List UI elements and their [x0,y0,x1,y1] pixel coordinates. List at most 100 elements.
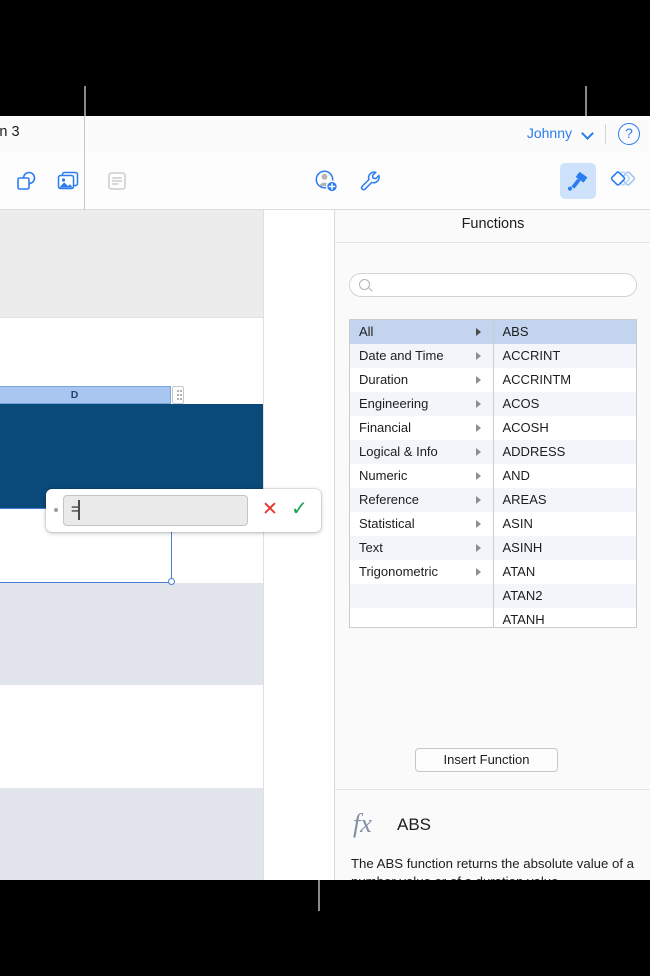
column-header-d[interactable]: D [0,386,171,404]
category-row[interactable]: Text [350,536,493,560]
account-name[interactable]: Johnny [527,125,572,141]
panel-divider [335,242,650,243]
category-label: Text [359,540,383,555]
table-row[interactable] [0,788,263,880]
function-label: ACCRINTM [502,372,572,387]
title-bar: ation 3 Johnny ? [0,116,650,152]
function-row[interactable]: ADDRESS [493,440,636,464]
function-label: ADDRESS [502,444,566,459]
function-row[interactable]: ACOS [493,392,636,416]
function-row[interactable]: ASIN [494,512,637,536]
function-label: ACOS [502,396,540,411]
category-row[interactable]: Statistical [350,512,493,536]
category-label: Statistical [359,516,415,531]
function-label: ABS [502,324,529,339]
fx-icon: fx [353,809,372,839]
category-row[interactable]: Reference [350,488,493,512]
disclosure-arrow-icon [475,352,481,360]
column-resize-grip[interactable] [172,386,184,404]
category-row[interactable]: Logical & Info [350,440,493,464]
disclosure-arrow-icon [475,520,481,528]
function-row[interactable]: ATANH [494,608,637,632]
text-icon [108,172,126,190]
function-row[interactable]: ASINH [493,536,636,560]
formula-drag-dot[interactable] [54,508,58,512]
toolbar [0,152,650,210]
category-row[interactable]: Duration [350,368,493,392]
function-list[interactable]: ABS ACCRINT ACCRINTM ACOS ACOSH ADDRESS AND ARE… [493,320,637,627]
function-row[interactable]: ACOSH [494,416,637,440]
disclosure-arrow-icon [475,376,481,384]
function-label: AREAS [502,492,547,507]
animate-icon [611,171,636,186]
wrench-icon [360,171,380,191]
titlebar-divider [84,116,85,152]
chevron-down-icon[interactable] [583,128,594,139]
function-label: ATAN [502,564,536,579]
category-row[interactable]: Trigonometric [350,560,493,584]
disclosure-arrow-icon [475,448,481,456]
category-row[interactable]: Engineering [350,392,493,416]
sheet-right-edge [263,210,264,880]
function-label: ASIN [502,516,533,531]
fx-symbol-text: fx [353,809,372,838]
formula-caret [78,500,80,520]
collaborate-tool-button[interactable] [308,163,344,199]
category-row-empty [350,608,493,632]
format-tool-button[interactable] [560,163,596,199]
insert-function-button[interactable]: Insert Function [415,748,558,772]
category-list[interactable]: All Date and Time Duration Engineering Finan… [350,320,494,627]
document-title: ation 3 [0,124,20,140]
column-header-row: D [0,386,263,404]
titlebar-separator [605,124,606,144]
formula-input[interactable]: = [63,495,248,526]
cell-fill-handle[interactable] [168,578,175,585]
disclosure-arrow-icon [475,400,481,408]
screenshot-root: ation 3 Johnny ? [0,0,650,976]
category-label: Trigonometric [359,564,438,579]
settings-tool-button[interactable] [352,163,388,199]
function-label: ASINH [502,540,543,555]
category-label: Engineering [359,396,429,411]
category-label: Financial [359,420,412,435]
text-tool-button[interactable] [99,163,135,199]
function-row[interactable]: AREAS [493,488,636,512]
search-input[interactable] [377,277,627,295]
function-row[interactable]: ACCRINT [493,344,636,368]
disclosure-arrow-icon [475,544,481,552]
function-row[interactable]: ATAN [494,560,637,584]
category-row[interactable]: Numeric [350,464,493,488]
formula-accept-button[interactable]: ✓ [291,499,308,519]
table-row[interactable] [0,685,263,788]
function-row[interactable]: AND [494,464,637,488]
animate-tool-button[interactable] [606,163,642,199]
category-row[interactable]: Financial [350,416,493,440]
function-row[interactable]: ABS [493,320,636,344]
formula-cancel-button[interactable]: ✕ [262,500,278,519]
function-label: ACCRINT [502,348,561,363]
search-field[interactable] [349,273,637,297]
description-summary: The ABS function returns the absolute va… [351,856,634,880]
category-row-empty [350,584,493,608]
function-label: ATAN2 [502,588,543,603]
description-text: The ABS function returns the absolute va… [351,855,637,880]
media-tool-button[interactable] [50,163,86,199]
category-label: All [359,324,374,339]
category-label: Date and Time [359,348,444,363]
category-row[interactable]: Date and Time [350,344,493,368]
canvas-area[interactable]: D [0,210,334,880]
disclosure-arrow-icon [475,472,481,480]
panel-title: Functions [461,216,525,232]
formula-editor[interactable]: = ✕ ✓ [46,489,321,532]
disclosure-arrow-icon [475,496,481,504]
function-row[interactable]: ATAN2 [493,584,636,608]
category-row[interactable]: All [350,320,493,344]
app-window: ation 3 Johnny ? [0,116,650,880]
table-row[interactable] [0,583,263,685]
help-icon[interactable]: ? [618,123,640,145]
function-label: ATANH [502,612,545,627]
function-row[interactable]: ACCRINTM [494,368,637,392]
spreadsheet-table[interactable]: D [0,386,263,880]
shape-tool-button[interactable] [8,163,44,199]
category-label: Duration [359,372,409,387]
